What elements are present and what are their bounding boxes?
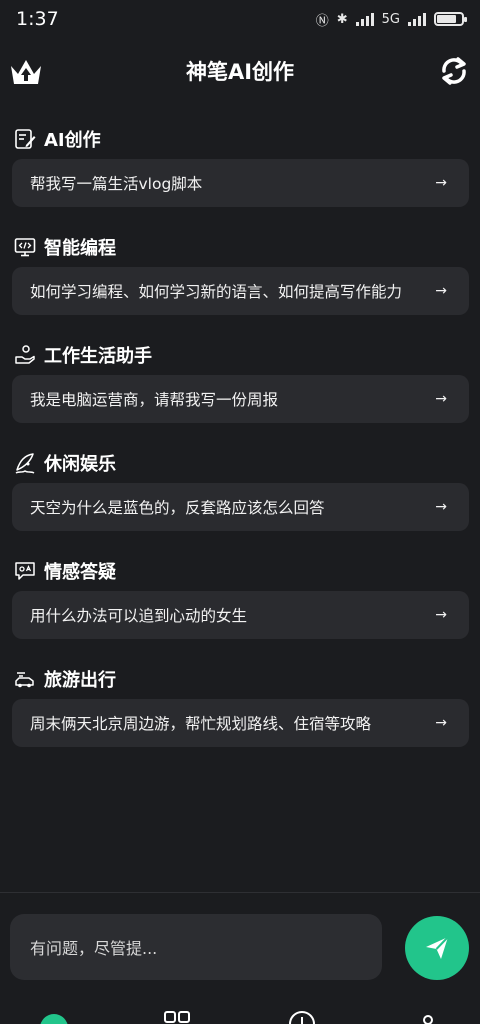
prompt-card[interactable]: 周末俩天北京周边游，帮忙规划路线、住宿等攻略 → (12, 699, 469, 747)
section-title: 旅游出行 (44, 670, 116, 691)
section-title: AI创作 (44, 130, 101, 151)
prompt-sections: AI创作 帮我写一篇生活vlog脚本 → 智能编程 如何学习编程、如何学习新的语… (12, 120, 469, 768)
divider (0, 892, 480, 893)
prompt-text: 天空为什么是蓝色的，反套路应该怎么回答 (30, 499, 325, 517)
prompt-card[interactable]: 天空为什么是蓝色的，反套路应该怎么回答 → (12, 483, 469, 531)
section-header: 休闲娱乐 (12, 444, 469, 482)
section-ai-create: AI创作 帮我写一篇生活vlog脚本 → (12, 120, 469, 228)
section-header: 情感答疑 (12, 552, 469, 590)
prompt-card[interactable]: 我是电脑运营商，请帮我写一份周报 → (12, 375, 469, 423)
hand-helper-icon (15, 345, 35, 364)
arrow-right-icon: → (435, 175, 447, 191)
surf-icon (15, 453, 35, 474)
section-header: 智能编程 (12, 228, 469, 266)
status-icons: Ⓝ ✱ 5G (315, 10, 467, 29)
nav-home-icon[interactable] (40, 1014, 68, 1024)
prompt-card[interactable]: 如何学习编程、如何学习新的语言、如何提高写作能力 → (12, 267, 469, 315)
nav-apps-icon[interactable] (164, 1010, 190, 1024)
section-leisure: 休闲娱乐 天空为什么是蓝色的，反套路应该怎么回答 → (12, 444, 469, 552)
section-header: AI创作 (12, 120, 469, 158)
arrow-right-icon: → (435, 499, 447, 515)
prompt-text: 帮我写一篇生活vlog脚本 (30, 175, 203, 193)
nfc-icon: Ⓝ (315, 13, 329, 29)
refresh-icon[interactable] (436, 54, 472, 88)
status-time: 1:37 (16, 8, 59, 30)
prompt-text: 用什么办法可以追到心动的女生 (30, 607, 248, 625)
section-work-life: 工作生活助手 我是电脑运营商，请帮我写一份周报 → (12, 336, 469, 444)
prompt-text: 我是电脑运营商，请帮我写一份周报 (30, 391, 279, 409)
signal-icon-2 (408, 12, 426, 26)
page-title: 神笔AI创作 (185, 60, 295, 84)
question-input[interactable]: 有问题，尽管提... (10, 914, 382, 980)
bluetooth-icon: ✱ (336, 11, 348, 27)
section-coding: 智能编程 如何学习编程、如何学习新的语言、如何提高写作能力 → (12, 228, 469, 336)
travel-car-icon (15, 672, 34, 688)
arrow-right-icon: → (435, 607, 447, 623)
section-header: 旅游出行 (12, 660, 469, 698)
section-title: 工作生活助手 (44, 346, 152, 367)
edit-doc-icon (15, 129, 36, 149)
prompt-card[interactable]: 帮我写一篇生活vlog脚本 → (12, 159, 469, 207)
nav-history-icon[interactable] (288, 1010, 316, 1024)
section-title: 休闲娱乐 (44, 454, 116, 475)
signal-icon (355, 12, 374, 26)
arrow-right-icon: → (435, 283, 447, 299)
section-title: 情感答疑 (44, 562, 116, 583)
network-type-label: 5G (381, 11, 400, 27)
section-emotion: 情感答疑 用什么办法可以追到心动的女生 → (12, 552, 469, 660)
arrow-right-icon: → (435, 715, 447, 731)
code-monitor-icon (14, 238, 36, 257)
battery-icon (434, 12, 467, 26)
section-header: 工作生活助手 (12, 336, 469, 374)
status-bar: 1:37 Ⓝ ✱ 5G (0, 0, 480, 38)
qa-chat-icon (15, 562, 35, 580)
header: 神笔AI创作 (0, 44, 480, 98)
arrow-right-icon: → (435, 391, 447, 407)
prompt-text: 如何学习编程、如何学习新的语言、如何提高写作能力 (30, 283, 403, 301)
section-title: 智能编程 (44, 238, 116, 259)
prompt-card[interactable]: 用什么办法可以追到心动的女生 → (12, 591, 469, 639)
nav-profile-icon[interactable] (418, 1012, 438, 1024)
send-icon (426, 936, 449, 959)
prompt-text: 周末俩天北京周边游，帮忙规划路线、住宿等攻略 (30, 715, 372, 733)
send-button[interactable] (405, 916, 469, 980)
section-travel: 旅游出行 周末俩天北京周边游，帮忙规划路线、住宿等攻略 → (12, 660, 469, 768)
bottom-nav (0, 1004, 480, 1024)
